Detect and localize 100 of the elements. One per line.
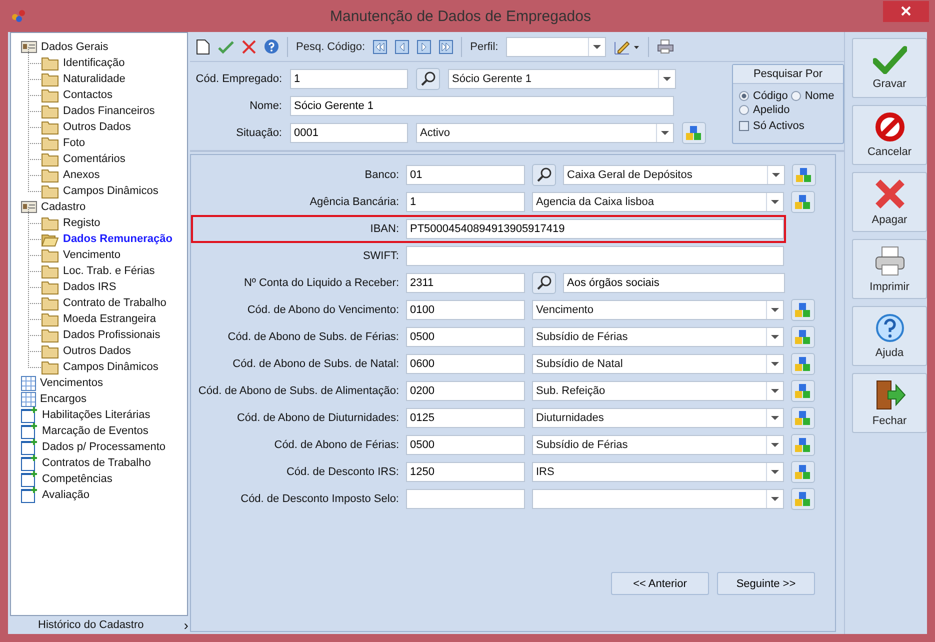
search-button[interactable] <box>416 68 440 90</box>
history-link[interactable]: Histórico do Cadastro <box>38 619 144 631</box>
dropdown[interactable]: Caixa Geral de Depósitos <box>563 165 785 185</box>
dropdown[interactable]: Vencimento <box>532 300 784 320</box>
expand-arrow[interactable]: › <box>184 617 188 633</box>
search-button[interactable] <box>532 164 556 186</box>
field-label: Cód. de Abono de Férias: <box>273 439 399 451</box>
tree-item[interactable]: Campos Dinâmicos <box>63 361 158 373</box>
tree-item[interactable]: Identificação <box>63 57 125 69</box>
tree-item[interactable]: Moeda Estrangeira <box>63 313 156 325</box>
cancel-button[interactable]: Cancelar <box>852 105 927 165</box>
input-field[interactable]: 0600 <box>406 354 525 374</box>
cubes-button[interactable] <box>682 122 706 144</box>
input-field[interactable]: 1 <box>290 69 408 89</box>
navigation-icon[interactable] <box>373 40 388 54</box>
cubes-button[interactable] <box>791 353 815 375</box>
next-button[interactable]: Seguinte >> <box>717 572 815 595</box>
tree-item[interactable]: Dados IRS <box>63 281 116 293</box>
input-field[interactable] <box>406 246 784 266</box>
tree-item[interactable]: Campos Dinâmicos <box>63 185 158 197</box>
employee-dropdown[interactable]: Sócio Gerente 1 <box>448 69 676 89</box>
input-field[interactable]: 0001 <box>290 123 408 143</box>
input-field[interactable]: 1250 <box>406 462 525 482</box>
new-document-icon[interactable] <box>196 38 210 54</box>
input-field[interactable]: 2311 <box>406 273 525 293</box>
tree-item[interactable]: Vencimentos <box>40 377 103 389</box>
cubes-button[interactable] <box>791 299 815 321</box>
tree-item[interactable]: Contactos <box>63 89 113 101</box>
navigation-icon[interactable] <box>417 40 432 54</box>
tree-item[interactable]: Outros Dados <box>63 345 131 357</box>
tree-item[interactable]: Dados p/ Processamento <box>42 441 166 453</box>
input-field[interactable]: 0500 <box>406 435 525 455</box>
tree-item[interactable]: Contratos de Trabalho <box>42 457 151 469</box>
help-button[interactable]: Ajuda <box>852 306 927 366</box>
folder-icon <box>41 136 59 150</box>
cubes-button[interactable] <box>791 380 815 402</box>
profile-label: Perfil: <box>470 40 498 52</box>
input-field[interactable]: 0100 <box>406 300 525 320</box>
tree-item[interactable]: Avaliação <box>42 489 90 501</box>
dropdown[interactable]: Subsídio de Natal <box>532 354 784 374</box>
tree-item[interactable]: Dados Gerais <box>41 41 108 53</box>
input-field[interactable]: Sócio Gerente 1 <box>290 96 674 116</box>
tree-item[interactable]: Loc. Trab. e Férias <box>63 265 155 277</box>
tree-item[interactable]: Marcação de Eventos <box>42 425 148 437</box>
tree-item[interactable]: Dados Remuneração <box>63 233 172 245</box>
cubes-button[interactable] <box>791 191 815 213</box>
tree-item[interactable]: Contrato de Trabalho <box>63 297 166 309</box>
tree-item[interactable]: Anexos <box>63 169 100 181</box>
tree-item[interactable]: Outros Dados <box>63 121 131 133</box>
tree-item[interactable]: Registo <box>63 217 100 229</box>
radio-option[interactable]: Apelido <box>739 104 790 116</box>
input-field[interactable]: Aos órgãos sociais <box>563 273 785 293</box>
tree-item[interactable]: Cadastro <box>41 201 86 213</box>
navigation-icon[interactable] <box>395 40 410 54</box>
edit-icon[interactable] <box>614 38 640 54</box>
input-field[interactable]: 01 <box>406 165 525 185</box>
active-only-checkbox[interactable]: Só Activos <box>733 116 843 132</box>
radio-option[interactable]: Nome <box>790 90 834 102</box>
save-button[interactable]: Gravar <box>852 38 927 98</box>
search-button[interactable] <box>532 272 556 294</box>
tree-item[interactable]: Dados Profissionais <box>63 329 160 341</box>
tree-item[interactable]: Naturalidade <box>63 73 126 85</box>
input-field[interactable]: 0200 <box>406 381 525 401</box>
dropdown[interactable]: Subsídio de Férias <box>532 327 784 347</box>
input-field[interactable]: PT50004540894913905917419 <box>406 219 784 239</box>
cubes-button[interactable] <box>791 488 815 510</box>
cubes-button[interactable] <box>792 164 816 186</box>
dropdown[interactable]: IRS <box>532 462 784 482</box>
input-field[interactable]: 0500 <box>406 327 525 347</box>
cubes-button[interactable] <box>791 326 815 348</box>
close-button[interactable] <box>883 0 929 22</box>
dropdown[interactable]: Sub. Refeição <box>532 381 784 401</box>
input-field[interactable] <box>406 489 525 509</box>
dropdown[interactable]: Agencia da Caixa lisboa <box>532 192 784 212</box>
printer-icon[interactable] <box>657 39 674 54</box>
input-field[interactable]: 1 <box>406 192 525 212</box>
tree-item[interactable]: Competências <box>42 473 112 485</box>
print-button[interactable]: Imprimir <box>852 239 927 299</box>
tree-item[interactable]: Habilitações Literárias <box>42 409 150 421</box>
cubes-button[interactable] <box>791 434 815 456</box>
tree-item[interactable]: Foto <box>63 137 86 149</box>
close-icon[interactable] <box>242 40 256 54</box>
close-button[interactable]: Fechar <box>852 373 927 433</box>
previous-button[interactable]: << Anterior <box>611 572 709 595</box>
cubes-button[interactable] <box>791 407 815 429</box>
tree-item[interactable]: Encargos <box>40 393 86 405</box>
delete-button[interactable]: Apagar <box>852 172 927 232</box>
radio-option[interactable]: Código <box>739 90 788 102</box>
form-add-icon <box>21 423 38 439</box>
navigation-icon[interactable] <box>439 40 454 54</box>
dropdown[interactable]: Subsídio de Férias <box>532 435 784 455</box>
cubes-button[interactable] <box>791 461 815 483</box>
dropdown[interactable]: Diuturnidades <box>532 408 784 428</box>
input-field[interactable]: 0125 <box>406 408 525 428</box>
tree-item[interactable]: Vencimento <box>63 249 120 261</box>
tree-item[interactable]: Comentários <box>63 153 126 165</box>
tree-item[interactable]: Dados Financeiros <box>63 105 155 117</box>
status-dropdown[interactable]: Activo <box>416 123 674 143</box>
help-icon[interactable] <box>264 39 279 54</box>
checkmark-icon[interactable] <box>218 40 234 54</box>
